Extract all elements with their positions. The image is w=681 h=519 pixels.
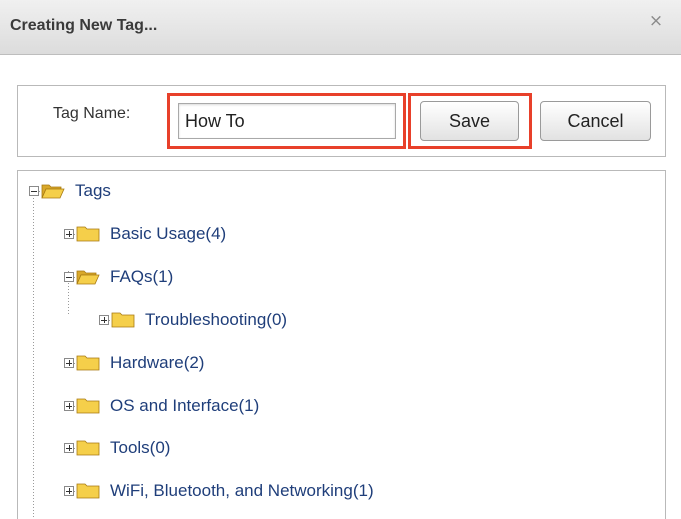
tag-name-input[interactable] <box>178 103 396 139</box>
tree-node-tools[interactable]: Tools(0) <box>64 436 170 460</box>
create-tag-dialog: Creating New Tag... × Tag Name: Save Can… <box>0 0 681 519</box>
expand-icon[interactable] <box>64 401 74 411</box>
folder-icon <box>76 440 100 456</box>
collapse-icon[interactable] <box>64 272 74 282</box>
tree-node-basic-usage[interactable]: Basic Usage(4) <box>64 222 226 246</box>
tree-node-label[interactable]: FAQs(1) <box>110 267 173 287</box>
tree-node-label[interactable]: Troubleshooting(0) <box>145 310 287 330</box>
save-button-highlight: Save <box>408 93 532 149</box>
collapse-icon[interactable] <box>29 186 39 196</box>
dialog-titlebar: Creating New Tag... × <box>0 0 681 55</box>
folder-icon <box>76 355 100 371</box>
tree-node-label[interactable]: Tools(0) <box>110 438 170 458</box>
tree-node-label[interactable]: Hardware(2) <box>110 353 204 373</box>
tag-name-input-highlight <box>167 93 406 149</box>
dialog-title: Creating New Tag... <box>10 17 158 34</box>
tree-node-hardware[interactable]: Hardware(2) <box>64 351 204 375</box>
folder-icon <box>76 226 100 242</box>
folder-icon <box>76 483 100 499</box>
tree-node-root-label[interactable]: Tags <box>75 181 111 201</box>
folder-icon <box>111 312 135 328</box>
tree-node-os-interface[interactable]: OS and Interface(1) <box>64 394 259 418</box>
tree-node-wifi-bluetooth[interactable]: WiFi, Bluetooth, and Networking(1) <box>64 479 374 503</box>
expand-icon[interactable] <box>64 486 74 496</box>
expand-icon[interactable] <box>64 358 74 368</box>
expand-icon[interactable] <box>64 443 74 453</box>
tree-node-faqs[interactable]: FAQs(1) <box>64 265 173 289</box>
tree-node-label[interactable]: WiFi, Bluetooth, and Networking(1) <box>110 481 374 501</box>
tree-node-label[interactable]: Basic Usage(4) <box>110 224 226 244</box>
save-button[interactable]: Save <box>420 101 519 141</box>
tag-name-label: Tag Name: <box>53 105 131 122</box>
tree-node-root[interactable]: Tags <box>29 179 111 203</box>
expand-icon[interactable] <box>64 229 74 239</box>
tag-form-panel: Tag Name: Save Cancel <box>17 85 666 157</box>
cancel-button[interactable]: Cancel <box>540 101 651 141</box>
tree-node-troubleshooting[interactable]: Troubleshooting(0) <box>99 308 287 332</box>
folder-open-icon <box>76 270 100 285</box>
expand-icon[interactable] <box>99 315 109 325</box>
close-icon[interactable]: × <box>645 10 667 32</box>
folder-open-icon <box>41 184 65 199</box>
tag-tree-panel: Tags Basic Usage(4) FAQs(1) Troubleshoot… <box>17 170 666 519</box>
folder-icon <box>76 398 100 414</box>
tree-node-label[interactable]: OS and Interface(1) <box>110 396 259 416</box>
